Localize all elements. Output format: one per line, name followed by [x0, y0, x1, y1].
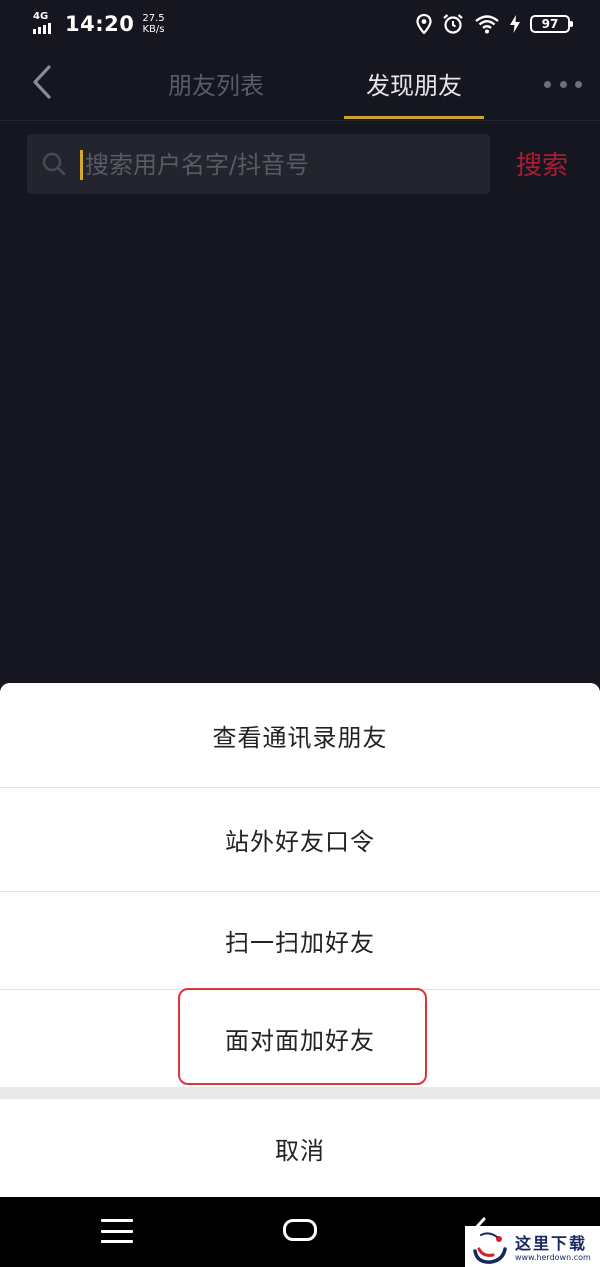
highlight-box [178, 988, 427, 1085]
status-bar: 4G 14:20 27.5 KB/s 97 [0, 0, 600, 48]
tab-discover-friends[interactable]: 发现朋友 [344, 66, 484, 106]
status-left: 4G 14:20 27.5 KB/s [33, 10, 165, 38]
watermark-logo-icon [473, 1232, 507, 1264]
charging-icon [510, 15, 520, 33]
network-type: 4G [33, 11, 49, 22]
site-watermark: 这里下载 www.herdown.com [465, 1226, 600, 1267]
back-button[interactable] [22, 62, 62, 102]
clock: 14:20 [65, 12, 135, 36]
cancel-button[interactable]: 取消 [0, 1099, 600, 1197]
active-tab-indicator [344, 116, 484, 119]
more-dot-icon [575, 80, 582, 88]
watermark-text: 这里下载 [515, 1234, 588, 1253]
speed-value: 27.5 [142, 13, 165, 24]
wifi-icon [475, 15, 499, 34]
speed-unit: KB/s [142, 24, 165, 35]
add-friend-action-sheet: 查看通讯录朋友 站外好友口令 扫一扫加好友 面对面加好友 取消 [0, 683, 600, 1197]
watermark-url: www.herdown.com [515, 1253, 591, 1262]
home-icon[interactable] [283, 1219, 317, 1241]
top-navigation: 朋友列表 发现朋友 [0, 48, 600, 121]
tab-friends-list[interactable]: 朋友列表 [150, 66, 282, 106]
menu-icon[interactable] [101, 1219, 133, 1243]
network-speed: 27.5 KB/s [142, 13, 164, 35]
more-options-button[interactable] [544, 76, 582, 92]
more-dot-icon [544, 80, 551, 88]
status-right: 97 [416, 10, 573, 38]
search-icon [42, 152, 66, 176]
signal-icon: 4G [33, 12, 57, 36]
chevron-left-icon [33, 65, 51, 99]
search-input[interactable] [85, 146, 475, 184]
location-icon [416, 14, 432, 34]
more-dot-icon [559, 80, 567, 88]
search-button[interactable]: 搜索 [516, 146, 576, 186]
section-gap [0, 1087, 600, 1099]
battery-icon: 97 [530, 15, 573, 33]
alarm-icon [443, 14, 463, 34]
sheet-item-scan-to-add[interactable]: 扫一扫加好友 [0, 892, 600, 989]
text-cursor [80, 150, 83, 180]
sheet-item-offsite-friend-code[interactable]: 站外好友口令 [0, 788, 600, 891]
sheet-item-view-contacts[interactable]: 查看通讯录朋友 [0, 683, 600, 787]
